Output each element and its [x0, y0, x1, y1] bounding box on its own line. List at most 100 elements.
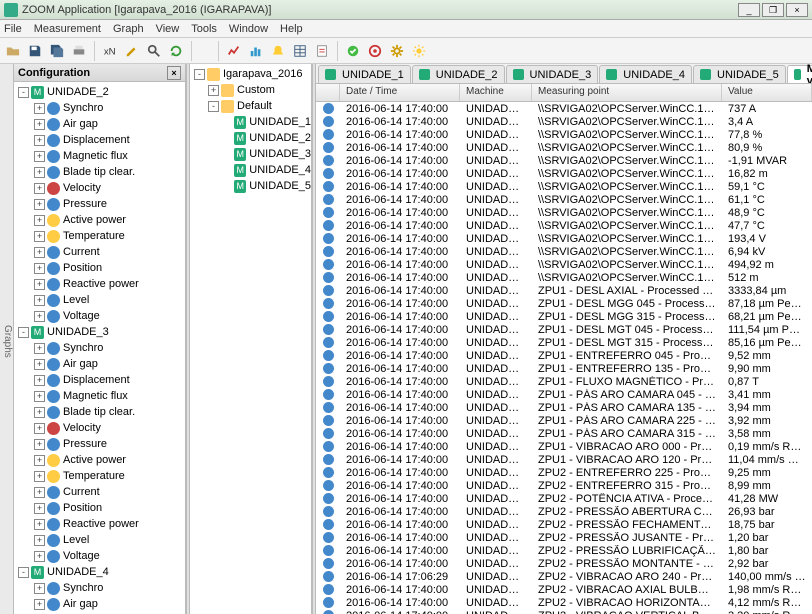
- tree-item[interactable]: +Blade tip clear.: [14, 164, 185, 180]
- search-icon[interactable]: [145, 42, 163, 60]
- table-row[interactable]: 2016-06-14 17:40:00UNIDADE_3ZPU1 - DESL …: [316, 284, 812, 297]
- tab-unidade_2[interactable]: UNIDADE_2: [412, 65, 505, 83]
- tree-item[interactable]: +Current: [14, 484, 185, 500]
- tree-item[interactable]: +Air gap: [14, 596, 185, 612]
- menu-view[interactable]: View: [156, 23, 180, 35]
- chart-icon[interactable]: [225, 42, 243, 60]
- tree-unit[interactable]: -MUNIDADE_2: [14, 84, 185, 100]
- minimize-button[interactable]: _: [738, 3, 760, 17]
- table-row[interactable]: 2016-06-14 17:40:00UNIDADE_3ZPU2 - ENTRE…: [316, 479, 812, 492]
- tree-item[interactable]: +Magnetic flux: [14, 148, 185, 164]
- table-row[interactable]: 2016-06-14 17:40:00UNIDADE_3ZPU1 - FLUXO…: [316, 375, 812, 388]
- table-row[interactable]: 2016-06-14 17:40:00UNIDADE_3\\SRVIGA02\O…: [316, 115, 812, 128]
- table-row[interactable]: 2016-06-14 17:40:00UNIDADE_3\\SRVIGA02\O…: [316, 206, 812, 219]
- tree-item[interactable]: +Level: [14, 292, 185, 308]
- project-tree[interactable]: -Igarapava_2016+Custom-DefaultMUNIDADE_1…: [190, 64, 312, 614]
- graphs-gutter[interactable]: Graphs: [0, 64, 14, 614]
- tree-item[interactable]: +Air gap: [14, 116, 185, 132]
- tree-item[interactable]: +Reactive power: [14, 276, 185, 292]
- col-measuring-point[interactable]: Measuring point: [532, 84, 722, 101]
- tree-item[interactable]: +Velocity: [14, 180, 185, 196]
- table-row[interactable]: 2016-06-14 17:40:00UNIDADE_3\\SRVIGA02\O…: [316, 232, 812, 245]
- tree-unit[interactable]: -MUNIDADE_3: [14, 324, 185, 340]
- table-row[interactable]: 2016-06-14 17:40:00UNIDADE_3ZPU1 - VIBRA…: [316, 453, 812, 466]
- config-panel-close[interactable]: ×: [167, 66, 181, 80]
- menu-window[interactable]: Window: [229, 23, 268, 35]
- print-icon[interactable]: [70, 42, 88, 60]
- table-row[interactable]: 2016-06-14 17:40:00UNIDADE_3ZPU2 - PRESS…: [316, 531, 812, 544]
- tab-unidade_4[interactable]: UNIDADE_4: [599, 65, 692, 83]
- check-icon[interactable]: [344, 42, 362, 60]
- table-row[interactable]: 2016-06-14 17:40:00UNIDADE_3ZPU1 - ENTRE…: [316, 362, 812, 375]
- table-row[interactable]: 2016-06-14 17:40:00UNIDADE_3ZPU1 - ENTRE…: [316, 349, 812, 362]
- proj-tree-item[interactable]: MUNIDADE_4: [190, 162, 311, 178]
- tree-item[interactable]: +Synchro: [14, 580, 185, 596]
- col-machine[interactable]: Machine: [460, 84, 532, 101]
- tree-item[interactable]: +Level: [14, 532, 185, 548]
- table-row[interactable]: 2016-06-14 17:40:00UNIDADE_3ZPU1 - PÁS A…: [316, 401, 812, 414]
- table-row[interactable]: 2016-06-14 17:40:00UNIDADE_3ZPU1 - PÁS A…: [316, 388, 812, 401]
- tree-item[interactable]: +Displacement: [14, 132, 185, 148]
- table-row[interactable]: 2016-06-14 17:40:00UNIDADE_3\\SRVIGA02\O…: [316, 245, 812, 258]
- tree-item[interactable]: +Displacement: [14, 372, 185, 388]
- refresh-icon[interactable]: [167, 42, 185, 60]
- sun-icon[interactable]: [410, 42, 428, 60]
- tab-unidade_3[interactable]: UNIDADE_3: [506, 65, 599, 83]
- maximize-button[interactable]: ❐: [762, 3, 784, 17]
- proj-tree-item[interactable]: MUNIDADE_3: [190, 146, 311, 162]
- tree-item[interactable]: +Blade tip clear.: [14, 404, 185, 420]
- tree-item[interactable]: +Magnetic flux: [14, 388, 185, 404]
- tree-item[interactable]: +Active power: [14, 212, 185, 228]
- tree-item[interactable]: +Temperature: [14, 468, 185, 484]
- open-icon[interactable]: [4, 42, 22, 60]
- table-row[interactable]: 2016-06-14 17:40:00UNIDADE_3ZPU1 - PÁS A…: [316, 427, 812, 440]
- table-row[interactable]: 2016-06-14 17:06:29UNIDADE_3ZPU2 - VIBRA…: [316, 570, 812, 583]
- tree-item[interactable]: +Air gap: [14, 356, 185, 372]
- proj-tree-item[interactable]: -Default: [190, 98, 311, 114]
- table-row[interactable]: 2016-06-14 17:40:00UNIDADE_3\\SRVIGA02\O…: [316, 258, 812, 271]
- tree-item[interactable]: +Active power: [14, 452, 185, 468]
- table-row[interactable]: 2016-06-14 17:40:00UNIDADE_3\\SRVIGA02\O…: [316, 180, 812, 193]
- tree-item[interactable]: +Temperature: [14, 228, 185, 244]
- table-row[interactable]: 2016-06-14 17:40:00UNIDADE_3ZPU2 - VIBRA…: [316, 609, 812, 614]
- tree-item[interactable]: +Velocity: [14, 420, 185, 436]
- tree-item[interactable]: +Voltage: [14, 548, 185, 564]
- table-row[interactable]: 2016-06-14 17:40:00UNIDADE_3ZPU2 - PRESS…: [316, 557, 812, 570]
- bell-icon[interactable]: [269, 42, 287, 60]
- table-row[interactable]: 2016-06-14 17:40:00UNIDADE_3ZPU2 - VIBRA…: [316, 596, 812, 609]
- table-icon[interactable]: [291, 42, 309, 60]
- proj-tree-item[interactable]: +Custom: [190, 82, 311, 98]
- menu-file[interactable]: File: [4, 23, 22, 35]
- proj-tree-item[interactable]: MUNIDADE_1: [190, 114, 311, 130]
- proj-tree-item[interactable]: MUNIDADE_5: [190, 178, 311, 194]
- tree-item[interactable]: +Synchro: [14, 340, 185, 356]
- xn-icon[interactable]: xN: [101, 42, 119, 60]
- tree-item[interactable]: +Current: [14, 244, 185, 260]
- table-row[interactable]: 2016-06-14 17:40:00UNIDADE_3\\SRVIGA02\O…: [316, 128, 812, 141]
- tree-item[interactable]: +Pressure: [14, 196, 185, 212]
- proj-tree-item[interactable]: -Igarapava_2016: [190, 66, 311, 82]
- tree-item[interactable]: +Reactive power: [14, 516, 185, 532]
- save-all-icon[interactable]: [48, 42, 66, 60]
- unit-tree[interactable]: -MUNIDADE_2+Synchro+Air gap+Displacement…: [14, 82, 185, 614]
- table-row[interactable]: 2016-06-14 17:40:00UNIDADE_3ZPU1 - DESL …: [316, 310, 812, 323]
- menu-tools[interactable]: Tools: [191, 23, 217, 35]
- table-row[interactable]: 2016-06-14 17:40:00UNIDADE_3ZPU2 - PRESS…: [316, 518, 812, 531]
- table-row[interactable]: 2016-06-14 17:40:00UNIDADE_3\\SRVIGA02\O…: [316, 167, 812, 180]
- table-row[interactable]: 2016-06-14 17:40:00UNIDADE_3ZPU1 - DESL …: [316, 323, 812, 336]
- table-row[interactable]: 2016-06-14 17:40:00UNIDADE_3\\SRVIGA02\O…: [316, 193, 812, 206]
- table-row[interactable]: 2016-06-14 17:40:00UNIDADE_3ZPU2 - PRESS…: [316, 544, 812, 557]
- menu-graph[interactable]: Graph: [113, 23, 144, 35]
- tree-item[interactable]: +Synchro: [14, 100, 185, 116]
- data-rows[interactable]: 2016-06-14 17:40:00UNIDADE_3\\SRVIGA02\O…: [316, 102, 812, 614]
- save-icon[interactable]: [26, 42, 44, 60]
- col-datetime[interactable]: Date / Time: [340, 84, 460, 101]
- table-row[interactable]: 2016-06-14 17:40:00UNIDADE_3\\SRVIGA02\O…: [316, 141, 812, 154]
- gear-icon[interactable]: [388, 42, 406, 60]
- table-row[interactable]: 2016-06-14 17:40:00UNIDADE_3ZPU1 - VIBRA…: [316, 440, 812, 453]
- tab-monitored-values[interactable]: Monitored values: [787, 65, 812, 83]
- edit-icon[interactable]: [123, 42, 141, 60]
- col-value[interactable]: Value: [722, 84, 812, 101]
- table-row[interactable]: 2016-06-14 17:40:00UNIDADE_3ZPU1 - DESL …: [316, 336, 812, 349]
- table-row[interactable]: 2016-06-14 17:40:00UNIDADE_3\\SRVIGA02\O…: [316, 219, 812, 232]
